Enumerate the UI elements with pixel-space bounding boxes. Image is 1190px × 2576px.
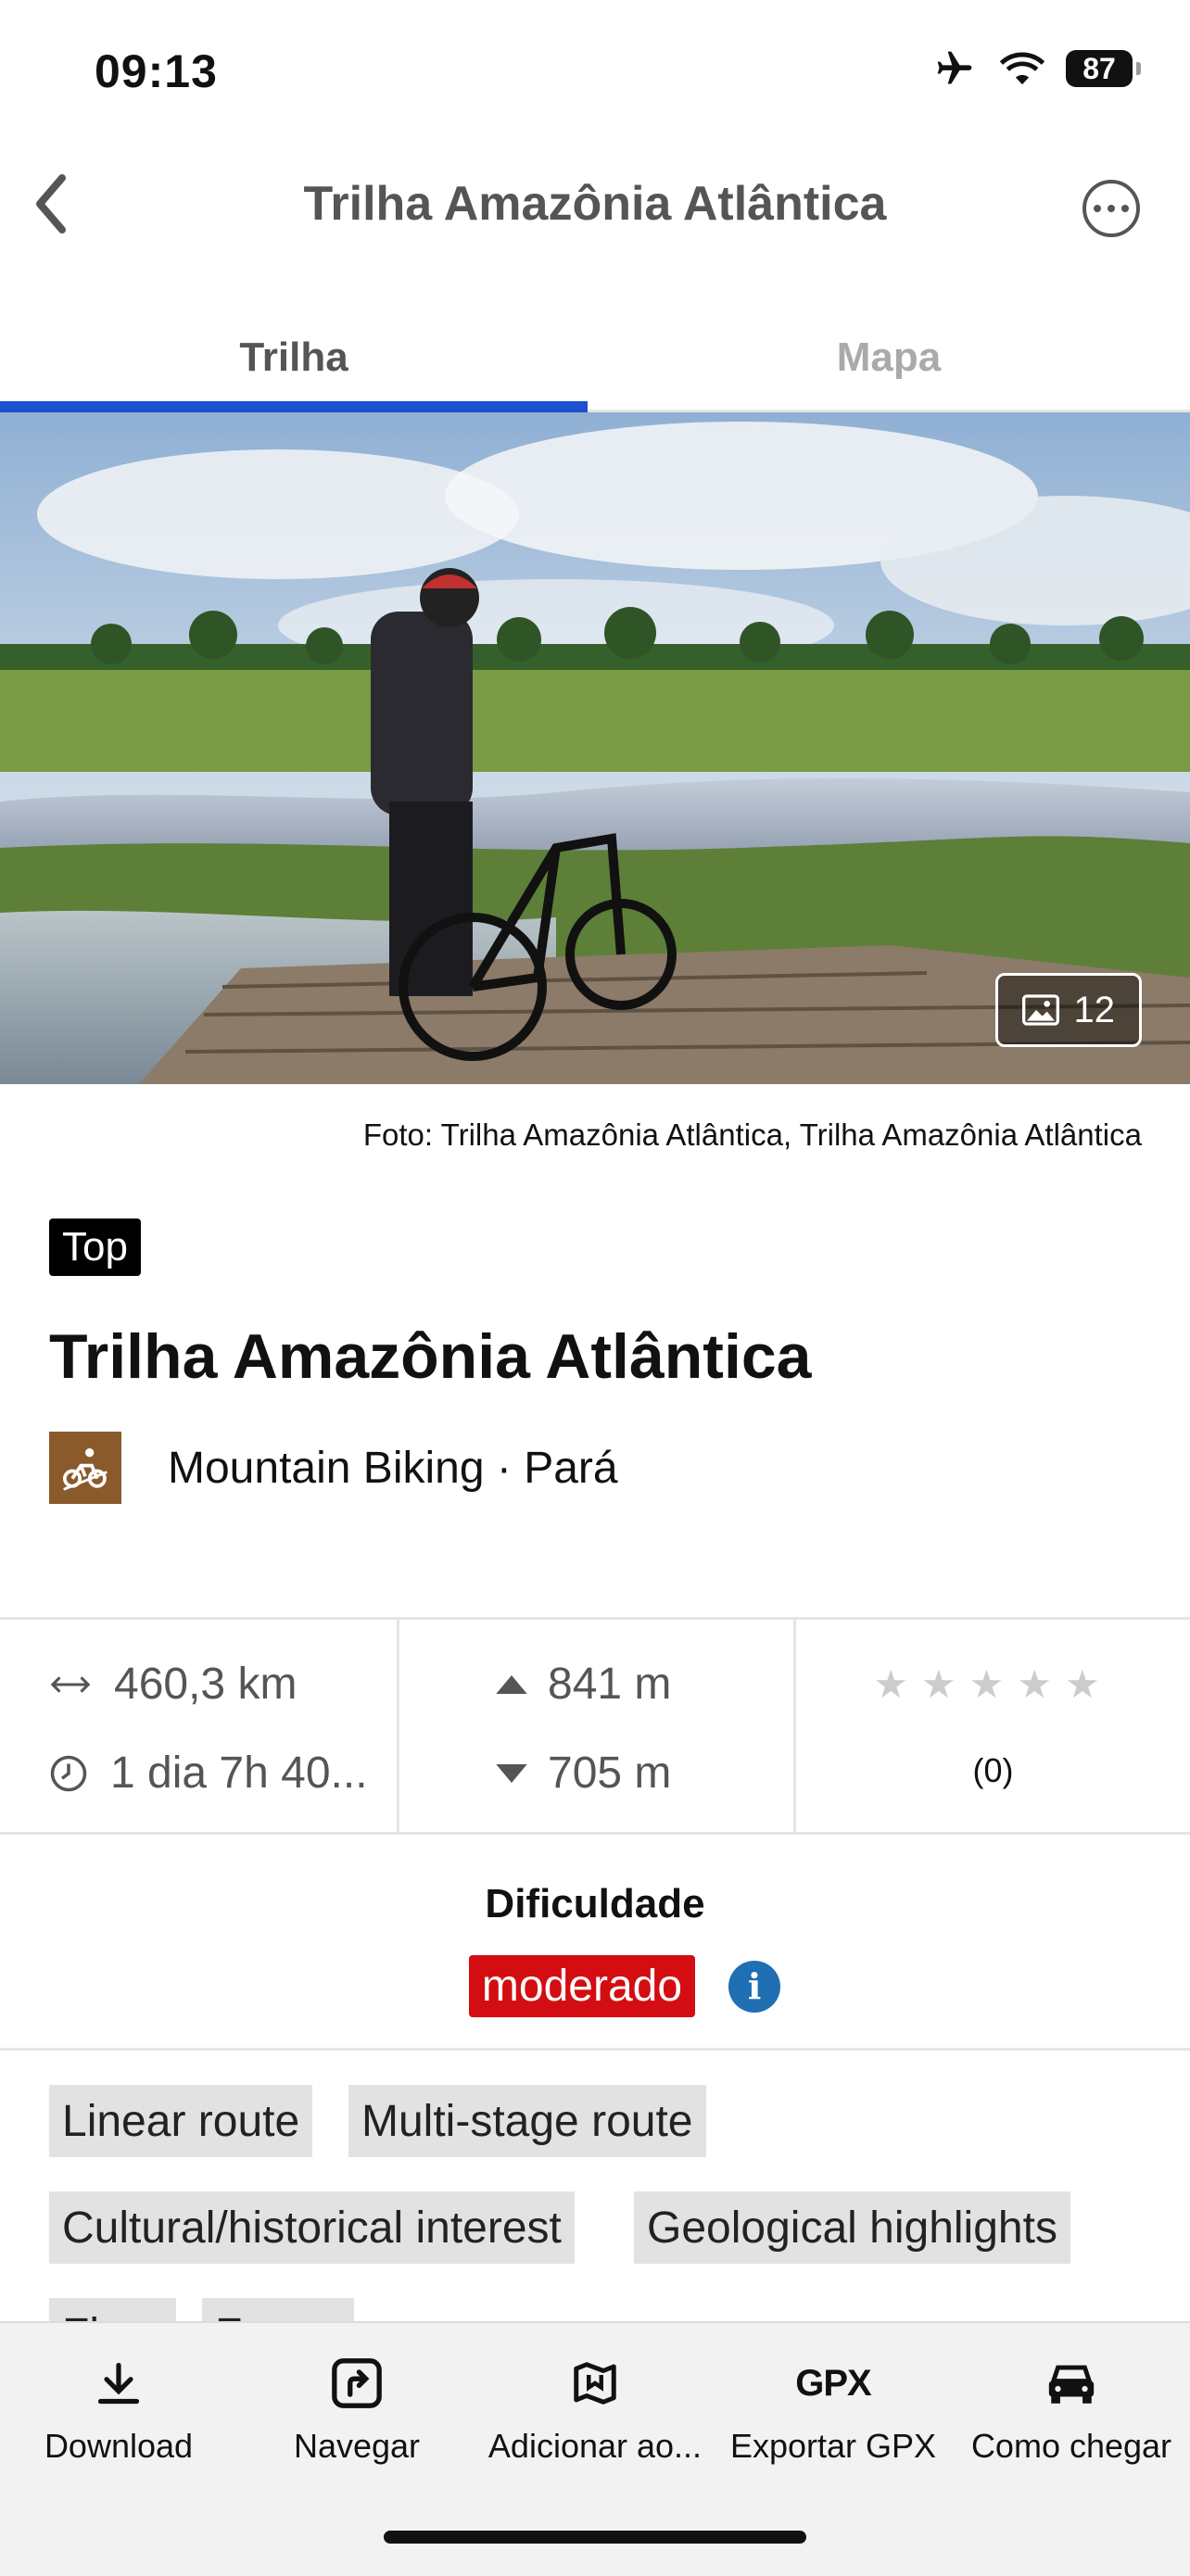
rating-stars: ★★★★★ [873,1662,1113,1706]
navigate-button[interactable]: Navegar [238,2323,475,2481]
distance-value: 460,3 km [114,1660,298,1709]
navigate-icon [332,2358,382,2408]
nav-bar: Trilha Amazônia Atlântica [0,148,1190,273]
top-badge: Top [49,1219,141,1276]
activity-label: Mountain Biking · Pará [168,1443,618,1493]
gpx-icon: GPX [795,2362,871,2404]
status-bar: 09:13 87 [0,0,1190,148]
stats-grid: 460,3 km 1 dia 7h 40... 841 m 705 m ★★★★… [0,1617,1190,1835]
tag: Flora [49,2298,177,2321]
clock-icon [50,1755,87,1791]
car-icon [1048,2365,1095,2404]
directions-button[interactable]: Como chegar [953,2323,1190,2481]
stats-distance-cell: 460,3 km 1 dia 7h 40... [0,1620,399,1832]
home-indicator [384,2531,806,2544]
trail-title: Trilha Amazônia Atlântica [49,1321,812,1392]
photo-count-button[interactable]: 12 [994,973,1142,1047]
image-icon [1021,994,1059,1026]
hero-photo[interactable]: 12 [0,412,1190,1084]
stats-rating-cell[interactable]: ★★★★★ (0) [796,1620,1190,1832]
tab-bar: Trilha Mapa [0,306,1190,412]
difficulty-label: Dificuldade [485,1881,705,1926]
photo-count: 12 [1073,989,1116,1030]
tag: Geological highlights [634,2191,1070,2264]
tag-list: Linear route Multi-stage route Cultural/… [49,2085,1161,2321]
rating-count: (0) [972,1751,1014,1789]
tag: Multi-stage route [348,2085,706,2157]
difficulty-badge: moderado [468,1955,696,2017]
more-icon [1094,205,1101,212]
airplane-icon [937,51,972,84]
info-icon[interactable]: i [728,1960,781,2013]
mountain-bike-icon [49,1432,121,1504]
map-bookmark-icon [574,2362,616,2405]
tag: Cultural/historical interest [49,2191,575,2264]
tab-mapa[interactable]: Mapa [588,306,1190,410]
add-to-list-button[interactable]: Adicionar ao... [476,2323,714,2481]
more-options-button[interactable] [1082,180,1140,237]
tab-trilha[interactable]: Trilha [0,306,588,412]
download-button[interactable]: Download [0,2323,237,2481]
difficulty-row: moderado i [0,1955,1190,2017]
export-gpx-button[interactable]: GPX Exportar GPX [715,2323,952,2481]
tag: Linear route [49,2085,313,2157]
status-time: 09:13 [95,45,218,97]
wifi-icon [999,52,1045,85]
duration-value: 1 dia 7h 40... [110,1749,368,1798]
distance-icon [50,1675,91,1693]
status-icons: 87 [930,48,1141,89]
activity-row: Mountain Biking · Pará [49,1432,618,1504]
page-title: Trilha Amazônia Atlântica [303,177,887,231]
ascent-icon [496,1674,527,1694]
photo-caption: Foto: Trilha Amazônia Atlântica, Trilha … [362,1118,1142,1152]
stats-elevation-cell: 841 m 705 m [399,1620,796,1832]
descent-value: 705 m [548,1749,672,1798]
battery-icon: 87 [1066,50,1141,87]
divider [0,2048,1190,2051]
descent-icon [496,1763,527,1783]
download-icon [97,2362,140,2405]
tag: Fauna [202,2298,355,2321]
ascent-value: 841 m [548,1660,672,1709]
